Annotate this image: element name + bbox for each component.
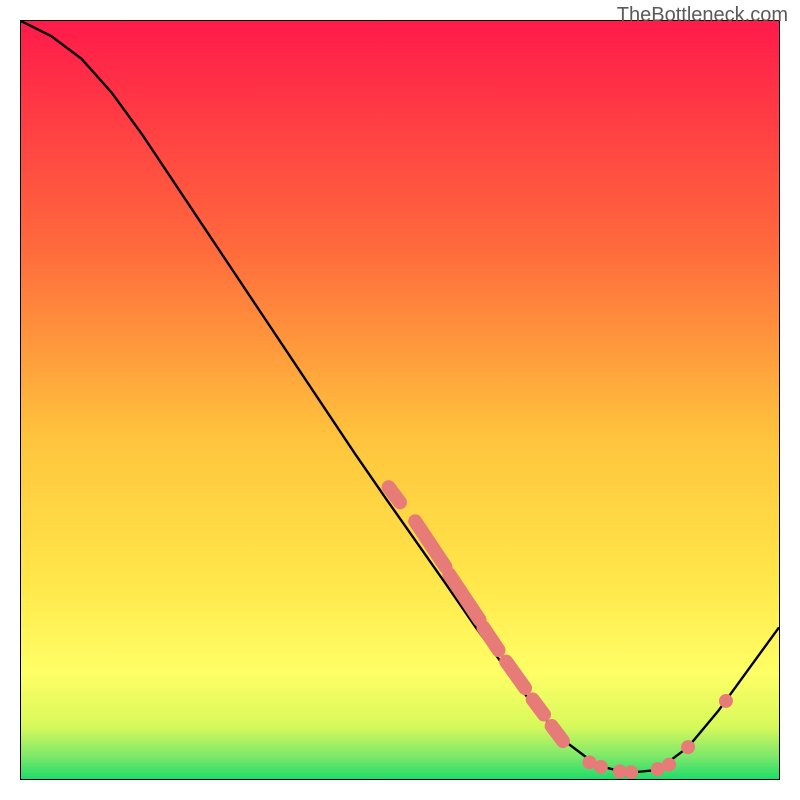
data-dot: [662, 758, 676, 772]
plot-area: [20, 20, 780, 780]
chart-container: TheBottleneck.com: [0, 0, 800, 800]
chart-overlay: [21, 21, 779, 779]
data-cluster: [533, 699, 544, 714]
data-cluster: [483, 627, 498, 650]
data-cluster: [552, 726, 563, 741]
data-dot: [719, 694, 733, 708]
data-dot: [594, 760, 608, 774]
data-dot: [681, 740, 695, 754]
data-cluster: [506, 662, 525, 689]
watermark-text: TheBottleneck.com: [617, 4, 788, 27]
data-dot: [624, 765, 638, 779]
bottleneck-curve: [21, 21, 779, 773]
data-cluster: [389, 487, 400, 502]
